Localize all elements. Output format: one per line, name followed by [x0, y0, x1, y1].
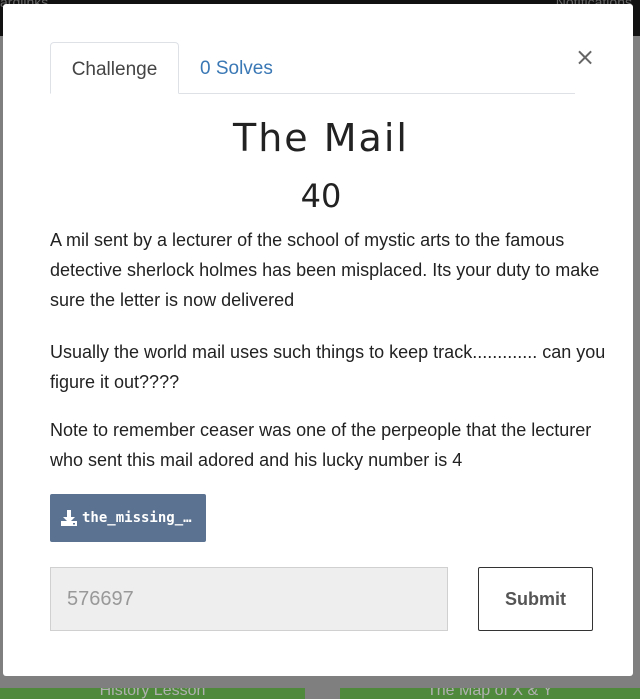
close-icon[interactable]: ×	[575, 45, 595, 69]
background-challenge-card: The Map of X & Y	[340, 688, 640, 699]
background-challenge-card: History Lesson	[0, 688, 305, 699]
challenge-description: Usually the world mail uses such things …	[50, 342, 606, 392]
flag-input[interactable]	[50, 567, 448, 631]
challenge-description: Note to remember ceaser was one of the p…	[50, 420, 592, 470]
modal-tabs: Challenge 0 Solves	[50, 42, 575, 94]
challenge-description: A mil sent by a lecturer of the school o…	[50, 230, 600, 310]
challenge-modal: Challenge 0 Solves × The Mail 40 A mil s…	[3, 4, 633, 676]
background-challenge-card-title: The Map of X & Y	[427, 688, 553, 699]
submit-button[interactable]: Submit	[478, 567, 593, 631]
tab-solves[interactable]: 0 Solves	[200, 42, 273, 93]
file-download-button[interactable]: the_missing_...	[50, 494, 206, 542]
download-icon	[61, 510, 77, 526]
challenge-points: 40	[300, 177, 342, 215]
background-challenge-card-title: History Lesson	[99, 688, 206, 699]
file-download-label: the_missing_...	[82, 510, 192, 526]
tab-challenge[interactable]: Challenge	[50, 42, 179, 94]
challenge-title: The Mail	[233, 116, 409, 160]
